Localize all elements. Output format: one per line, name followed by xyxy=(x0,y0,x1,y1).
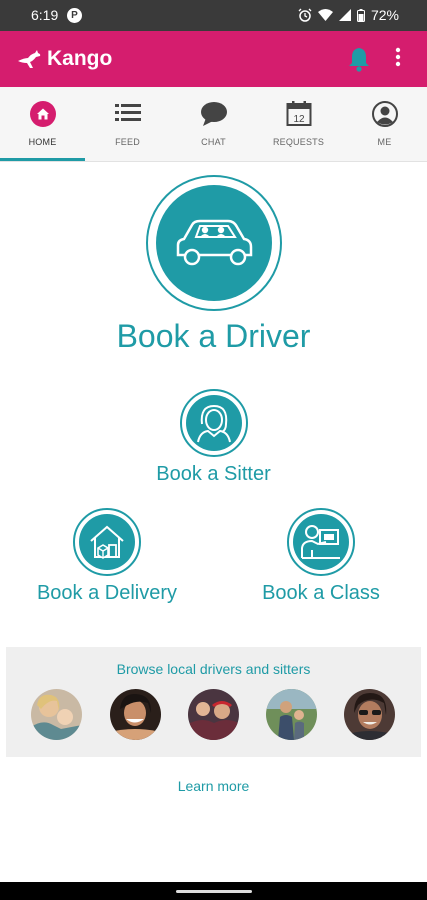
tab-feed[interactable]: FEED xyxy=(85,87,170,162)
calendar-day: 12 xyxy=(293,114,305,125)
tab-label: REQUESTS xyxy=(272,137,325,147)
book-class-button[interactable] xyxy=(287,508,355,576)
app-bar: Kango xyxy=(0,31,427,87)
house-package-icon xyxy=(90,525,124,559)
chat-bubble-icon xyxy=(200,102,227,126)
person-icon xyxy=(371,101,398,127)
tab-indicator xyxy=(0,158,85,161)
profile-photo-icon[interactable] xyxy=(266,689,317,740)
signal-icon xyxy=(338,9,351,21)
browse-section: Browse local drivers and sitters xyxy=(6,647,421,757)
tab-bar: HOME FEED CHAT 12 REQUESTS ME xyxy=(0,87,427,162)
book-class-label[interactable]: Book a Class xyxy=(234,582,408,605)
list-icon xyxy=(114,104,141,121)
battery-icon xyxy=(356,8,365,22)
tab-label: CHAT xyxy=(201,137,226,147)
delivery-badge xyxy=(79,514,135,570)
profile-photo-icon[interactable] xyxy=(344,689,395,740)
profile-photo-icon[interactable] xyxy=(110,689,161,740)
kangaroo-icon xyxy=(18,50,41,68)
book-sitter-label[interactable]: Book a Sitter xyxy=(0,463,427,486)
tab-home[interactable]: HOME xyxy=(0,87,85,162)
driver-badge xyxy=(156,185,272,301)
book-sitter-button[interactable] xyxy=(180,389,248,457)
calendar-icon: 12 xyxy=(286,101,311,126)
home-gesture-handle[interactable] xyxy=(176,890,252,893)
battery-percent: 72% xyxy=(370,7,399,23)
system-nav-bar xyxy=(0,882,427,900)
tab-label: HOME xyxy=(28,137,57,147)
tab-chat[interactable]: CHAT xyxy=(171,87,256,162)
wifi-icon xyxy=(317,9,333,21)
book-delivery-label[interactable]: Book a Delivery xyxy=(20,582,194,605)
status-bar: 6:19 P 72% xyxy=(0,0,427,31)
learn-more-link[interactable]: Learn more xyxy=(0,778,427,794)
car-icon xyxy=(176,219,253,266)
app-title: Kango xyxy=(47,47,113,70)
bell-icon[interactable] xyxy=(347,46,371,72)
book-delivery-button[interactable] xyxy=(73,508,141,576)
tab-label: FEED xyxy=(115,137,140,147)
book-driver-button[interactable] xyxy=(146,175,282,311)
sitter-badge xyxy=(186,395,242,451)
app-screen: 6:19 P 72% Kango HOME FEED CHAT 12 REQUE… xyxy=(0,0,427,900)
home-icon xyxy=(29,101,56,127)
sitter-icon xyxy=(197,404,231,443)
tab-requests[interactable]: 12 REQUESTS xyxy=(256,87,341,162)
tab-label: ME xyxy=(377,137,392,147)
tab-me[interactable]: ME xyxy=(342,87,427,162)
profile-photo-icon[interactable] xyxy=(31,689,82,740)
alarm-icon xyxy=(298,8,312,22)
notification-icon: P xyxy=(67,8,82,23)
status-icons: 72% xyxy=(298,7,399,23)
browse-heading[interactable]: Browse local drivers and sitters xyxy=(6,661,421,677)
class-badge xyxy=(293,514,349,570)
teacher-icon xyxy=(301,525,340,559)
book-driver-label[interactable]: Book a Driver xyxy=(0,318,427,355)
profile-photo-icon[interactable] xyxy=(188,689,239,740)
more-vert-icon[interactable] xyxy=(395,46,401,68)
status-time: 6:19 xyxy=(31,7,59,23)
